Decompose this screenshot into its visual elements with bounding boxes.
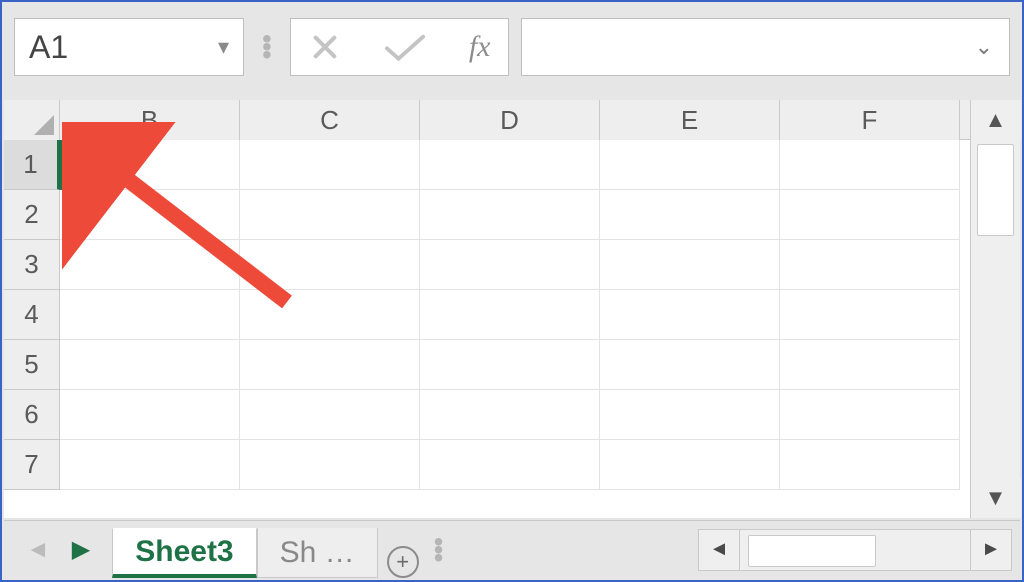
cell[interactable] — [600, 190, 780, 240]
cell[interactable] — [780, 140, 960, 190]
cell[interactable] — [420, 390, 600, 440]
cell[interactable] — [780, 390, 960, 440]
cell[interactable] — [420, 190, 600, 240]
cell[interactable] — [60, 240, 240, 290]
scroll-left-icon[interactable]: ◄ — [698, 529, 740, 571]
cell[interactable] — [420, 340, 600, 390]
select-all-triangle-icon — [34, 115, 54, 135]
formula-buttons: fx — [290, 18, 510, 76]
table-row: 3 — [4, 240, 970, 290]
cell[interactable] — [780, 240, 960, 290]
row-header-1[interactable]: 1 — [4, 140, 60, 190]
scroll-up-icon[interactable]: ▲ — [971, 100, 1021, 140]
formula-bar: A1 ▾ ••• fx ⌄ — [2, 2, 1022, 92]
column-header-e[interactable]: E — [600, 100, 780, 140]
row-header-3[interactable]: 3 — [4, 240, 60, 290]
name-box-dropdown-icon[interactable]: ▾ — [218, 34, 229, 60]
prev-sheet-icon[interactable]: ◄ — [26, 536, 50, 564]
cell[interactable] — [780, 190, 960, 240]
sheet-nav: ◄ ▶ — [4, 521, 112, 578]
cell[interactable] — [600, 440, 780, 490]
cell[interactable] — [240, 140, 420, 190]
column-header-d[interactable]: D — [420, 100, 600, 140]
cell[interactable] — [780, 340, 960, 390]
sheet-bar-splitter[interactable]: ••• — [428, 538, 450, 562]
cell[interactable] — [780, 440, 960, 490]
scroll-down-icon[interactable]: ▼ — [971, 478, 1021, 518]
cell[interactable] — [420, 290, 600, 340]
formula-expand-icon[interactable]: ⌄ — [975, 34, 993, 60]
cell[interactable] — [60, 290, 240, 340]
confirm-icon — [383, 31, 427, 63]
cell[interactable] — [600, 390, 780, 440]
insert-function-icon[interactable]: fx — [469, 30, 491, 64]
cell[interactable] — [60, 390, 240, 440]
formula-input[interactable]: ⌄ — [521, 18, 1010, 76]
cell[interactable] — [240, 390, 420, 440]
table-row: 6 — [4, 390, 970, 440]
grid-inner: B C D E F 1 2 3 — [4, 100, 970, 518]
column-header-c[interactable]: C — [240, 100, 420, 140]
vscroll-thumb[interactable] — [977, 144, 1014, 236]
plus-icon: + — [387, 546, 419, 578]
row-header-6[interactable]: 6 — [4, 390, 60, 440]
tab-sheet3[interactable]: Sheet3 — [112, 528, 256, 578]
cell[interactable] — [60, 140, 240, 190]
cell[interactable] — [600, 240, 780, 290]
formula-bar-splitter[interactable]: ••• — [256, 35, 278, 59]
table-row: 1 — [4, 140, 970, 190]
table-row: 4 — [4, 290, 970, 340]
column-header-b[interactable]: B — [60, 100, 240, 140]
table-row: 5 — [4, 340, 970, 390]
spreadsheet-grid: B C D E F 1 2 3 — [4, 100, 1020, 518]
hscroll-thumb[interactable] — [748, 535, 876, 567]
horizontal-scrollbar[interactable]: ◄ ► — [698, 521, 1020, 578]
sheet-tab-bar: ◄ ▶ Sheet3 Sh … + ••• ◄ ► — [4, 520, 1020, 578]
cell[interactable] — [240, 440, 420, 490]
sheet-tabs: Sheet3 Sh … + ••• — [112, 521, 449, 578]
scroll-right-icon[interactable]: ► — [970, 529, 1012, 571]
vertical-scrollbar[interactable]: ▲ ▼ — [970, 100, 1020, 518]
add-sheet-button[interactable]: + — [378, 546, 428, 578]
cell[interactable] — [600, 340, 780, 390]
column-header-f[interactable]: F — [780, 100, 960, 140]
column-headers: B C D E F — [4, 100, 970, 140]
cancel-icon — [309, 31, 341, 63]
cell[interactable] — [420, 240, 600, 290]
cell[interactable] — [240, 190, 420, 240]
row-header-5[interactable]: 5 — [4, 340, 60, 390]
cell[interactable] — [600, 290, 780, 340]
cell[interactable] — [60, 340, 240, 390]
hscroll-track[interactable] — [740, 529, 970, 571]
cell[interactable] — [600, 140, 780, 190]
cell[interactable] — [780, 290, 960, 340]
row-header-2[interactable]: 2 — [4, 190, 60, 240]
grid-rows: 1 2 3 — [4, 140, 970, 518]
hidden-column-marker[interactable] — [60, 140, 64, 190]
select-all-button[interactable] — [4, 100, 60, 140]
cell[interactable] — [240, 290, 420, 340]
cell[interactable] — [240, 340, 420, 390]
cell[interactable] — [240, 240, 420, 290]
cell[interactable] — [420, 440, 600, 490]
cell[interactable] — [60, 440, 240, 490]
row-header-4[interactable]: 4 — [4, 290, 60, 340]
cell[interactable] — [60, 190, 240, 240]
next-sheet-icon[interactable]: ▶ — [72, 535, 90, 564]
name-box[interactable]: A1 ▾ — [14, 18, 244, 76]
row-header-7[interactable]: 7 — [4, 440, 60, 490]
name-box-value: A1 — [29, 29, 68, 66]
table-row: 2 — [4, 190, 970, 240]
table-row: 7 — [4, 440, 970, 490]
vscroll-track[interactable] — [971, 140, 1020, 478]
cell[interactable] — [420, 140, 600, 190]
tab-truncated[interactable]: Sh … — [257, 528, 378, 578]
